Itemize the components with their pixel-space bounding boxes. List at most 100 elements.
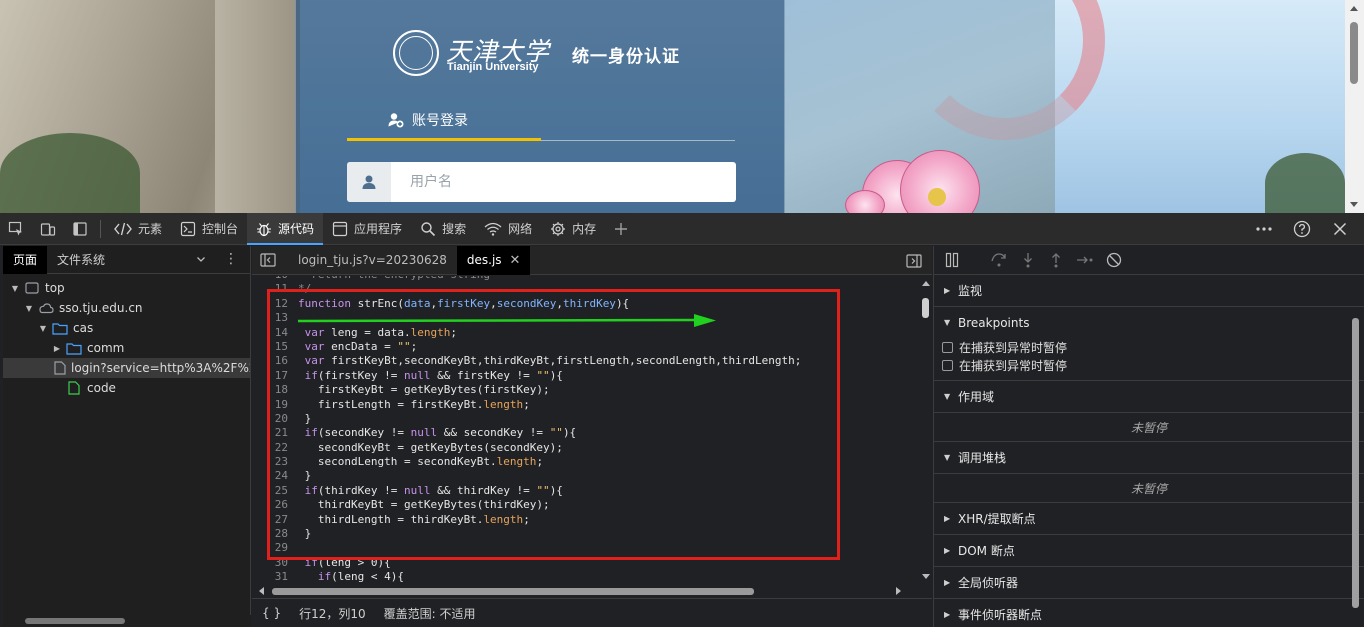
editor-tab-login-tju[interactable]: login_tju.js?v=20230628 [288, 246, 457, 275]
username-input[interactable] [391, 174, 721, 190]
tab-sources[interactable]: 源代码 [247, 212, 324, 245]
tab-filesystem[interactable]: 文件系统 [47, 246, 115, 274]
close-tab-icon[interactable]: ✕ [510, 253, 521, 268]
login-card: 天津大学 Tianjin University 统一身份认证 账号登录 [295, 0, 785, 213]
user-icon [347, 162, 391, 202]
callstack-not-paused: 未暂停 [934, 473, 1364, 502]
pause-on-uncaught-exception[interactable]: 在捕获到异常时暂停 [934, 356, 1364, 374]
toggle-debugger-icon[interactable] [906, 254, 922, 268]
frame-icon [24, 281, 40, 295]
flower-decoration [845, 190, 885, 213]
checkbox[interactable] [942, 359, 953, 371]
tree-item-domain[interactable]: ▼ sso.tju.edu.cn [3, 298, 250, 318]
expand-triangle-icon: ▼ [944, 318, 951, 327]
toggle-navigator-icon[interactable] [260, 253, 276, 267]
pause-icon[interactable] [944, 252, 960, 268]
deactivate-breakpoints-icon[interactable] [1106, 252, 1122, 268]
debugger-vscroll-thumb[interactable] [1352, 318, 1359, 608]
user-add-icon [388, 113, 404, 128]
expand-triangle-icon: ▼ [944, 392, 951, 401]
section-global-listeners[interactable]: ▶ 全局侦听器 [934, 567, 1364, 599]
collapse-triangle-icon: ▶ [944, 286, 951, 295]
expand-triangle-icon: ▼ [944, 453, 951, 462]
editor-hscrollbar[interactable] [252, 584, 920, 598]
code-content[interactable]: 10* return the encrypted string 11*/ 12f… [252, 276, 920, 584]
active-tab-indicator [347, 138, 541, 141]
system-title: 统一身份认证 [572, 47, 680, 67]
page-scrollbar[interactable] [1345, 0, 1364, 213]
tab-search[interactable]: 搜索 [411, 213, 475, 245]
tab-console[interactable]: 控制台 [171, 213, 247, 245]
add-tool-icon[interactable] [605, 213, 637, 245]
section-dom-breakpoints[interactable]: ▶ DOM 断点 [934, 535, 1364, 567]
tree-item-comm[interactable]: ▶ comm [3, 338, 250, 358]
inspect-element-icon[interactable] [0, 213, 32, 245]
step-icon[interactable] [1076, 252, 1094, 268]
console-icon [180, 221, 196, 236]
university-seal-icon [393, 30, 439, 76]
file-icon [54, 361, 66, 375]
expand-triangle-icon[interactable]: ▼ [23, 304, 35, 313]
editor-status-bar: { } 行12，列10 覆盖范围: 不适用 [252, 598, 932, 627]
file-tree: ▼ top ▼ sso.tju.edu.cn ▼ cas ▶ comm logi… [3, 274, 250, 398]
tab-network[interactable]: 网络 [475, 213, 541, 245]
close-devtools-icon[interactable] [1324, 213, 1356, 245]
more-options-icon[interactable] [1248, 213, 1280, 245]
step-into-icon[interactable] [1020, 252, 1036, 268]
step-over-icon[interactable] [990, 252, 1008, 268]
editor-tab-des-js[interactable]: des.js ✕ [456, 245, 531, 275]
section-callstack: ▼ 调用堆栈 未暂停 [934, 442, 1364, 503]
search-icon [421, 221, 436, 236]
page-scrollbar-thumb[interactable] [1350, 22, 1358, 84]
tree-item-top[interactable]: ▼ top [3, 278, 250, 298]
collapse-triangle-icon[interactable]: ▶ [51, 344, 63, 353]
step-out-icon[interactable] [1048, 252, 1064, 268]
editor-vscroll-thumb[interactable] [922, 298, 929, 318]
section-watch[interactable]: ▶ 监视 [934, 275, 1364, 307]
section-breakpoints: ▼ Breakpoints 在捕获到异常时暂停 在捕获到异常时暂停 [934, 307, 1364, 381]
help-icon[interactable] [1286, 213, 1318, 245]
navigator-hscroll-thumb[interactable] [25, 618, 125, 624]
section-event-listener-breakpoints[interactable]: ▶ 事件侦听器断点 [934, 599, 1364, 627]
section-xhr-breakpoints[interactable]: ▶ XHR/提取断点 [934, 503, 1364, 535]
collapse-triangle-icon: ▶ [944, 546, 951, 555]
cloud-icon [38, 301, 54, 315]
navigator-hscrollbar[interactable] [3, 615, 251, 627]
scope-not-paused: 未暂停 [934, 412, 1364, 441]
username-field[interactable] [347, 162, 736, 202]
coverage-status: 覆盖范围: 不适用 [383, 606, 476, 621]
tab-application[interactable]: 应用程序 [323, 213, 411, 245]
tab-elements[interactable]: 元素 [105, 213, 171, 245]
checkbox[interactable] [942, 341, 953, 353]
collapse-triangle-icon: ▶ [944, 578, 951, 587]
tree-item-cas[interactable]: ▼ cas [3, 318, 250, 338]
code-brackets-icon [114, 222, 132, 235]
expand-triangle-icon[interactable]: ▼ [37, 324, 49, 333]
chevron-down-icon[interactable] [196, 254, 206, 264]
pretty-print-button[interactable]: { } [262, 606, 281, 620]
login-tab-label: 账号登录 [412, 113, 468, 129]
editor-hscroll-thumb[interactable] [272, 588, 754, 595]
collapse-triangle-icon: ▶ [944, 514, 951, 523]
dock-side-icon[interactable] [64, 213, 96, 245]
university-name-en: Tianjin University [447, 61, 539, 73]
folder-icon [66, 341, 82, 355]
wifi-icon [484, 222, 502, 236]
folder-icon [52, 321, 68, 335]
cursor-position: 行12，列10 [299, 606, 366, 621]
tree-item-login[interactable]: login?service=http%3A%2F%2F [3, 358, 250, 378]
collapse-triangle-icon: ▶ [944, 610, 951, 619]
expand-triangle-icon[interactable]: ▼ [9, 284, 21, 293]
pause-on-caught-exception[interactable]: 在捕获到异常时暂停 [934, 338, 1364, 356]
kebab-menu-icon[interactable]: ⋮ [224, 251, 238, 267]
device-toolbar-icon[interactable] [32, 213, 64, 245]
bug-icon [257, 222, 272, 236]
editor-vscrollbar[interactable] [920, 276, 932, 584]
tree-item-code[interactable]: code [3, 378, 250, 398]
tab-memory[interactable]: 内存 [541, 213, 605, 245]
debugger-vscrollbar[interactable] [1352, 298, 1360, 618]
tab-account-login[interactable]: 账号登录 [388, 110, 468, 130]
tab-page[interactable]: 页面 [3, 245, 48, 274]
section-scope: ▼ 作用域 未暂停 [934, 381, 1364, 442]
memory-chip-icon [551, 221, 566, 236]
